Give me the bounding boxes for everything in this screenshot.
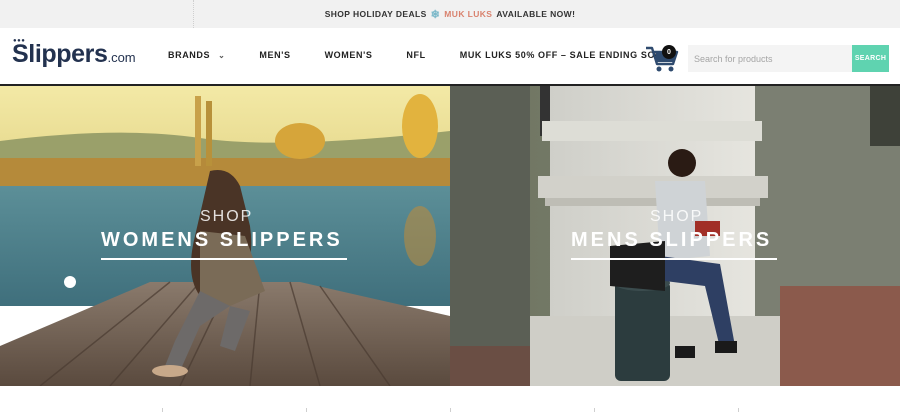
cart-count-badge: 0 — [662, 45, 676, 59]
promo-bar[interactable]: SHOP HOLIDAY DEALS ❄ MUK LUKS AVAILABLE … — [0, 0, 900, 28]
logo-domain: .com — [107, 50, 136, 65]
search-input[interactable] — [688, 45, 852, 72]
hero-mens-shop-label: SHOP — [650, 208, 704, 225]
nav-item-womens[interactable]: WOMEN'S — [325, 50, 373, 60]
divider-tick — [738, 408, 739, 412]
promo-prefix: SHOP HOLIDAY DEALS — [324, 9, 427, 19]
hero-mens-slippers[interactable]: SHOP MENS SLIPPERS — [450, 86, 900, 386]
nav-item-mens[interactable]: MEN'S — [259, 50, 290, 60]
logo-text: Slippers — [12, 40, 108, 68]
hero-womens-slippers[interactable]: SHOP WOMENS SLIPPERS — [0, 86, 450, 386]
hero-womens-shop-label: SHOP — [200, 208, 254, 225]
nav-item-brands[interactable]: BRANDS ⌄ — [168, 50, 225, 60]
hero-mens-title: MENS SLIPPERS — [571, 229, 773, 251]
promo-suffix: AVAILABLE NOW! — [496, 9, 576, 19]
chevron-down-icon: ⌄ — [218, 51, 226, 60]
site-logo[interactable]: ●●● Slippers.com — [12, 38, 136, 74]
nav-item-nfl[interactable]: NFL — [406, 50, 425, 60]
main-nav: BRANDS ⌄ MEN'S WOMEN'S NFL MUK LUKS 50% O… — [168, 50, 673, 60]
logo-dots-icon: ●●● — [13, 38, 26, 44]
divider-tick — [306, 408, 307, 412]
divider-tick — [162, 408, 163, 412]
promo-brand: MUK LUKS — [444, 9, 493, 19]
divider-tick — [594, 408, 595, 412]
hero-mens-underline — [571, 258, 777, 260]
nav-item-sale[interactable]: MUK LUKS 50% OFF – SALE ENDING SOON! — [460, 50, 674, 60]
promo-divider — [193, 0, 195, 28]
divider-tick — [450, 408, 451, 412]
search-button[interactable]: SEARCH — [852, 45, 889, 72]
snowflake-icon: ❄ — [430, 8, 441, 21]
hero-womens-title: WOMENS SLIPPERS — [101, 229, 343, 251]
nav-label-brands: BRANDS — [168, 50, 211, 60]
hero-womens-underline — [101, 258, 347, 260]
